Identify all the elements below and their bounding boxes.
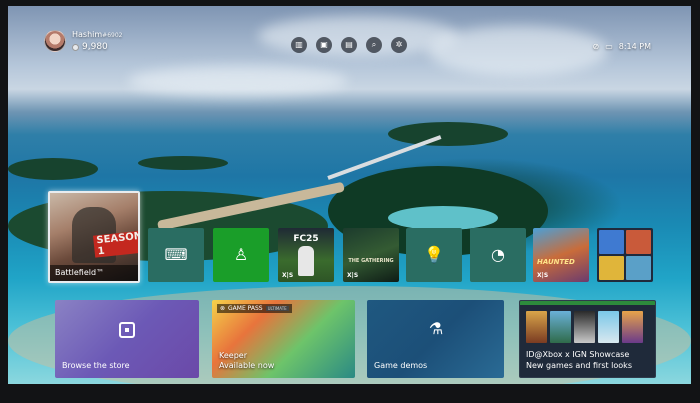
xbox-app-tile[interactable]: ♙ [213,228,269,282]
game-demos-tile[interactable]: ⚗ Game demos [367,300,504,378]
points-value: 9,980 [82,42,108,52]
showcase-title: ID@Xbox x IGN Showcase [526,350,630,359]
settings-icon[interactable]: ✲ [391,37,407,53]
top-bar: Hashim#6902 9,980 ▥ ▣ ▤ ⌕ ✲ ⊘ ▭ 8:14 PM [8,6,691,66]
lightbulb-icon: 💡 [424,245,444,264]
game-thumb [599,256,624,280]
fc25-art [298,246,314,276]
game-thumb [599,230,624,254]
island [388,122,508,146]
gamertag-name: Hashim [72,30,103,39]
clock: 8:14 PM [618,42,651,51]
flask-icon: ⚗ [428,319,444,338]
battlefield-tile[interactable]: SEASON 1 Battlefield™ [48,191,140,283]
showcase-subtitle: New games and first looks [526,361,632,370]
search-icon[interactable]: ⌕ [366,37,382,53]
xbox-home-screen: Hashim#6902 9,980 ▥ ▣ ▤ ⌕ ✲ ⊘ ▭ 8:14 PM [8,6,691,384]
showcase-text: ID@Xbox x IGN Showcase New games and fir… [526,349,632,371]
haunted-tile[interactable]: HAUNTED X|S [533,228,589,282]
battlefield-caption: Battlefield™ [50,265,138,281]
showcase-tile[interactable]: ID@Xbox x IGN Showcase New games and fir… [519,300,656,378]
xs-badge: X|S [282,272,294,279]
the-gathering-tile[interactable]: THE GATHERING X|S [343,228,399,282]
game-pass-badge: ⊗ GAME PASS ULTIMATE [217,304,292,313]
island [138,156,228,170]
mic-muted-icon[interactable]: ⊘ [593,42,600,51]
xs-badge: X|S [347,272,359,279]
tips-tile[interactable]: 💡 [406,228,462,282]
gamertag-suffix: #6902 [102,32,123,39]
haunted-title: HAUNTED [537,258,575,266]
browse-store-tile[interactable]: Browse the store [55,300,199,378]
game-cover [622,311,643,343]
xs-badge: X|S [537,272,549,279]
controller-tile[interactable]: ⌨ [148,228,204,282]
person-icon: ♙ [233,245,249,264]
edge-icon: ◔ [491,245,505,264]
store-label: Browse the store [62,361,130,370]
gathering-title: THE GATHERING [348,258,394,264]
media-icon[interactable]: ▤ [341,37,357,53]
game-pass-label: GAME PASS [228,305,263,312]
fc25-tile[interactable]: FC25 X|S [278,228,334,282]
keeper-text: Keeper Available now [219,351,274,371]
game-cover [574,311,595,343]
cloud [128,66,348,96]
rewards-coin-icon [72,43,79,51]
store-icon[interactable]: ▣ [316,37,332,53]
controller-battery-icon: ▭ [605,42,613,51]
status-area: ⊘ ▭ 8:14 PM [593,42,652,51]
game-cover [598,311,619,343]
rewards-points: 9,980 [72,42,108,52]
keeper-title: Keeper [219,351,247,360]
showcase-accent-strip [520,301,655,305]
ultimate-badge: ULTIMATE [265,306,289,311]
avatar[interactable] [44,30,66,52]
lagoon [388,206,498,230]
xbox-logo-icon: ⊗ [220,305,226,312]
game-cover [526,311,547,343]
game-thumb [626,256,651,280]
fc25-title: FC25 [293,234,319,244]
gamertag[interactable]: Hashim#6902 [72,30,122,39]
showcase-covers [526,311,643,343]
edge-browser-tile[interactable]: ◔ [470,228,526,282]
season-art-text: SEASON 1 [92,230,138,258]
game-thumb [626,230,651,254]
controller-icon: ⌨ [164,245,188,264]
keeper-subtitle: Available now [219,361,275,370]
island [8,158,98,180]
top-nav: ▥ ▣ ▤ ⌕ ✲ [291,37,407,53]
tv-screen-photo: Hashim#6902 9,980 ▥ ▣ ▤ ⌕ ✲ ⊘ ▭ 8:14 PM [0,0,700,403]
store-bag-icon [119,322,135,338]
keeper-tile[interactable]: ⊗ GAME PASS ULTIMATE Keeper Available no… [212,300,355,378]
game-cover [550,311,571,343]
demos-label: Game demos [374,361,428,370]
game-group-tile[interactable] [597,228,653,282]
library-icon[interactable]: ▥ [291,37,307,53]
